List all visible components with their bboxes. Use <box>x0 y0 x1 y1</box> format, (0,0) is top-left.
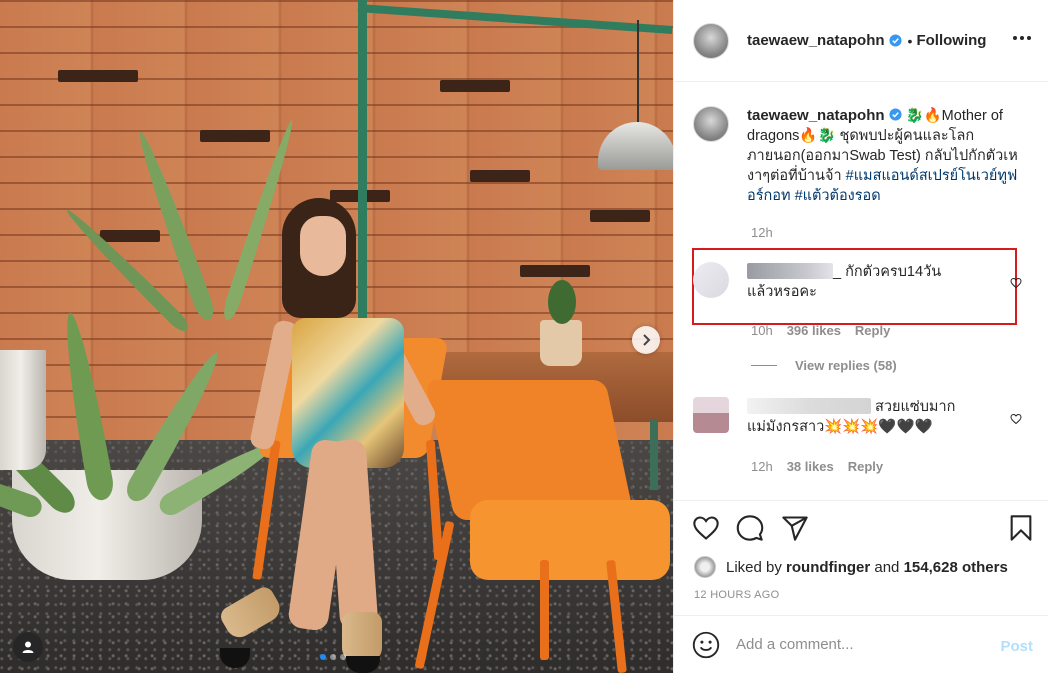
heart-icon[interactable] <box>692 514 720 542</box>
person-face <box>300 216 346 276</box>
carousel-indicator <box>320 654 346 660</box>
view-replies-button[interactable]: View replies (58) <box>751 358 897 373</box>
comment: _ กักตัวครบ14วันแล้วหรอคะ <box>693 262 1023 302</box>
blurred-username[interactable] <box>747 263 833 279</box>
comment-time[interactable]: 12h <box>751 459 773 474</box>
liked-by-user[interactable]: roundfinger <box>786 559 870 576</box>
liked-by-others[interactable]: 154,628 others <box>904 559 1008 576</box>
comment-meta: 10h 396 likes Reply <box>751 323 890 338</box>
post-header: taewaew_natapohn • Following <box>674 0 1048 82</box>
comment: สวยแซ่บมากแม่มังกรสาว💥💥💥🖤🖤🖤 <box>693 397 1023 437</box>
chevron-right-icon <box>643 334 651 346</box>
avatar[interactable] <box>693 262 729 298</box>
liked-by: Liked by roundfinger and 154,628 others <box>694 556 1008 578</box>
orange-chair-front <box>425 380 635 520</box>
post-timestamp[interactable]: 12 HOURS AGO <box>694 589 780 601</box>
comment-meta: 12h 38 likes Reply <box>751 459 883 474</box>
avatar[interactable] <box>693 106 729 142</box>
reply-button[interactable]: Reply <box>848 459 883 474</box>
header-separator: • <box>907 32 913 49</box>
edge-pot <box>0 350 46 470</box>
comment-input[interactable] <box>736 636 976 653</box>
avatar[interactable] <box>693 22 729 59</box>
heart-icon[interactable] <box>1010 413 1022 425</box>
add-comment-bar: Post <box>674 615 1048 673</box>
reply-button[interactable]: Reply <box>855 323 890 338</box>
more-options-button[interactable] <box>1011 30 1033 46</box>
carousel-dot <box>330 654 336 660</box>
post-photo[interactable] <box>0 0 673 673</box>
carousel-dot <box>340 654 346 660</box>
comment-icon[interactable] <box>736 514 764 542</box>
metal-frame <box>358 0 367 340</box>
verified-badge-icon <box>889 34 902 47</box>
action-bar <box>674 500 1048 558</box>
smiley-icon[interactable] <box>692 631 720 659</box>
paper-plane-icon[interactable] <box>781 514 809 542</box>
ellipsis-icon <box>1013 36 1017 40</box>
following-button[interactable]: Following <box>916 32 986 49</box>
tagged-users-button[interactable] <box>13 632 43 662</box>
small-pot <box>540 320 582 366</box>
verified-badge-icon <box>889 108 902 121</box>
bookmark-icon[interactable] <box>1007 514 1035 542</box>
comment-likes[interactable]: 38 likes <box>787 459 834 474</box>
comment-likes[interactable]: 396 likes <box>787 323 841 338</box>
user-tag-icon <box>22 641 34 653</box>
comment-time[interactable]: 10h <box>751 323 773 338</box>
next-photo-button[interactable] <box>632 326 660 354</box>
lamp-cord <box>637 20 639 124</box>
hashtag-link[interactable]: #แต้วต้องรอด <box>795 188 881 204</box>
carousel-dot <box>320 654 326 660</box>
comment-username-suffix: _ <box>833 264 842 280</box>
caption-timestamp[interactable]: 12h <box>751 225 773 240</box>
heart-icon[interactable] <box>1010 277 1022 289</box>
avatar[interactable] <box>694 556 716 578</box>
avatar[interactable] <box>693 397 729 433</box>
post-caption: taewaew_natapohn 🐉🔥Mother of dragons🔥🐉 ช… <box>693 106 1033 206</box>
caption-username[interactable]: taewaew_natapohn <box>747 107 885 124</box>
blurred-username[interactable] <box>747 398 871 414</box>
post-details-panel: taewaew_natapohn • Following taewaew_nat… <box>673 0 1048 673</box>
post-comment-button[interactable]: Post <box>1000 638 1033 655</box>
author-username[interactable]: taewaew_natapohn <box>747 32 885 49</box>
